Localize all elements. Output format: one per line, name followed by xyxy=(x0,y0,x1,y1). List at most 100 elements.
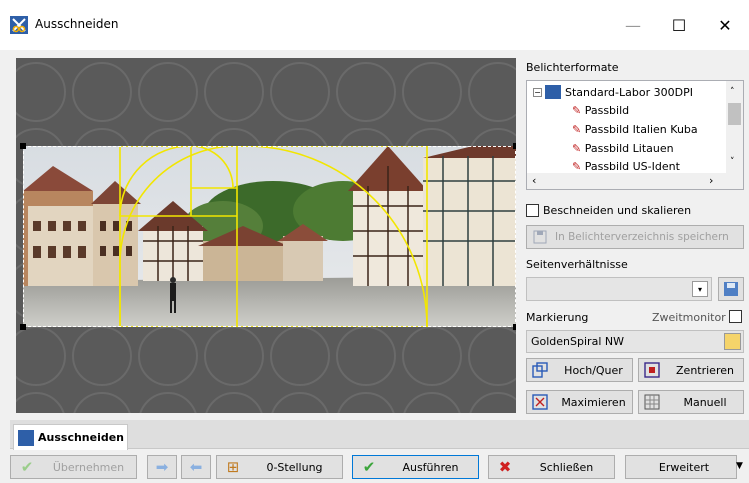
maximize-button[interactable]: ☐ xyxy=(656,10,702,40)
watermark-seal xyxy=(402,62,462,122)
watermark-seal xyxy=(204,326,264,386)
watermark-seal xyxy=(72,392,132,413)
portrait-landscape-button[interactable]: Hoch/Quer xyxy=(526,358,633,382)
center-button[interactable]: Zentrieren xyxy=(638,358,744,382)
execute-icon: ✔ xyxy=(362,458,376,476)
crop-handle-bl[interactable] xyxy=(20,324,26,330)
watermark-seal xyxy=(336,392,396,413)
marking-picker-button[interactable] xyxy=(724,333,741,350)
formats-tree[interactable]: − Standard-Labor 300DPI ✎ Passbild ✎ Pas… xyxy=(526,80,744,190)
close-window-button[interactable]: ✕ xyxy=(702,10,748,40)
collapse-icon[interactable]: − xyxy=(533,87,542,97)
arrow-right-icon: ➡ xyxy=(155,458,169,476)
tree-item-label: Passbild Italien Kuba xyxy=(584,123,698,136)
chevron-down-icon[interactable]: ▾ xyxy=(692,281,708,297)
watermark-seal xyxy=(402,392,462,413)
disk-icon xyxy=(724,282,738,296)
crop-frame[interactable] xyxy=(20,143,516,330)
portrait-landscape-label: Hoch/Quer xyxy=(564,363,623,377)
crop-scale-label: Beschneiden und skalieren xyxy=(543,204,692,217)
zero-position-button[interactable]: ⊞ 0-Stellung xyxy=(216,455,343,479)
extended-chevron-icon[interactable]: ▼ xyxy=(736,461,743,471)
watermark-seal xyxy=(138,392,198,413)
tab-ausschneiden[interactable]: Ausschneiden xyxy=(13,424,128,450)
window-title: Ausschneiden xyxy=(35,17,119,31)
extended-button[interactable]: Erweitert xyxy=(625,455,737,479)
close-button[interactable]: ✖ Schließen xyxy=(488,455,615,479)
minimize-button[interactable]: — xyxy=(610,10,656,40)
tree-item-label: Passbild Litauen xyxy=(584,142,674,155)
zero-position-icon: ⊞ xyxy=(226,458,240,476)
tree-root[interactable]: − Standard-Labor 300DPI xyxy=(533,85,693,99)
center-label: Zentrieren xyxy=(676,363,734,377)
marking-label: Markierung xyxy=(526,311,589,324)
tree-scrollbar-v[interactable]: ˄ ˅ xyxy=(726,81,743,173)
watermark-seal xyxy=(468,62,516,122)
watermark-seal xyxy=(270,392,330,413)
crop-handle-tl[interactable] xyxy=(20,143,26,149)
watermark-seal xyxy=(270,326,330,386)
watermark-seal xyxy=(468,326,516,386)
arrow-right-button[interactable]: ➡ xyxy=(147,455,177,479)
crop-scale-option[interactable]: Beschneiden und skalieren xyxy=(526,204,691,217)
aspect-label: Seitenverhältnisse xyxy=(526,258,628,271)
maximize-label: Maximieren xyxy=(561,395,626,409)
scroll-up-icon[interactable]: ˄ xyxy=(730,87,735,97)
arrow-left-button[interactable]: ⬅ xyxy=(181,455,211,479)
execute-button[interactable]: ✔ Ausführen xyxy=(352,455,479,479)
watermark-seal xyxy=(336,326,396,386)
manual-label: Manuell xyxy=(683,395,727,409)
watermark-seal xyxy=(270,62,330,122)
crop-handle-tr[interactable] xyxy=(513,143,516,149)
tree-scrollbar-h[interactable]: ‹ › xyxy=(527,173,743,189)
scroll-right-icon[interactable]: › xyxy=(709,174,713,187)
watermark-seal xyxy=(16,392,66,413)
save-button-label: In Belichterverzeichnis speichern xyxy=(555,231,729,243)
scissors-icon xyxy=(18,429,34,446)
close-label: Schließen xyxy=(539,460,594,474)
center-icon xyxy=(643,361,661,379)
scroll-down-icon[interactable]: ˅ xyxy=(730,157,735,167)
tree-item-label: Passbild US-Ident xyxy=(584,160,680,173)
second-monitor-label: Zweitmonitor xyxy=(652,311,726,324)
app-icon xyxy=(10,16,28,34)
watermark-seal xyxy=(16,326,66,386)
tree-root-label: Standard-Labor 300DPI xyxy=(565,85,693,99)
format-icon: ✎ xyxy=(572,123,582,136)
aspect-select[interactable]: ▾ xyxy=(526,277,712,301)
tree-item-label: Passbild xyxy=(584,104,630,117)
watermark-seal xyxy=(16,62,66,122)
format-icon: ✎ xyxy=(572,160,582,173)
grid-icon xyxy=(643,393,661,411)
apply-button[interactable]: ✔ Übernehmen xyxy=(10,455,137,479)
lab-icon xyxy=(545,85,561,99)
watermark-seal xyxy=(336,62,396,122)
save-to-folder-button[interactable]: In Belichterverzeichnis speichern xyxy=(526,225,744,249)
second-monitor-checkbox[interactable] xyxy=(729,310,742,323)
tab-label: Ausschneiden xyxy=(38,431,125,444)
watermark-seal xyxy=(204,392,264,413)
tree-item-italien[interactable]: ✎ Passbild Italien Kuba xyxy=(572,123,698,136)
image-preview[interactable] xyxy=(16,58,516,413)
tree-item-litauen[interactable]: ✎ Passbild Litauen xyxy=(572,142,674,155)
crop-scale-checkbox[interactable] xyxy=(526,204,539,217)
watermark-seal xyxy=(402,326,462,386)
tree-item-us[interactable]: ✎ Passbild US-Ident xyxy=(572,160,680,173)
maximize-crop-button[interactable]: Maximieren xyxy=(526,390,633,414)
save-icon xyxy=(531,228,549,246)
zero-position-label: 0-Stellung xyxy=(266,460,323,474)
scroll-thumb[interactable] xyxy=(728,103,741,125)
checkmark-icon: ✔ xyxy=(20,458,34,476)
manual-button[interactable]: Manuell xyxy=(638,390,744,414)
scroll-left-icon[interactable]: ‹ xyxy=(532,174,536,187)
close-icon: ✖ xyxy=(498,458,512,476)
aspect-save-button[interactable] xyxy=(718,277,744,301)
tree-item-passbild[interactable]: ✎ Passbild xyxy=(572,104,629,117)
watermark-seal xyxy=(72,62,132,122)
watermark-seal xyxy=(204,62,264,122)
extended-label: Erweitert xyxy=(658,460,710,474)
marking-value: GoldenSpiral NW xyxy=(531,335,624,348)
crop-handle-br[interactable] xyxy=(513,324,516,330)
marking-select[interactable]: GoldenSpiral NW xyxy=(526,330,744,353)
maximize-icon xyxy=(531,393,549,411)
